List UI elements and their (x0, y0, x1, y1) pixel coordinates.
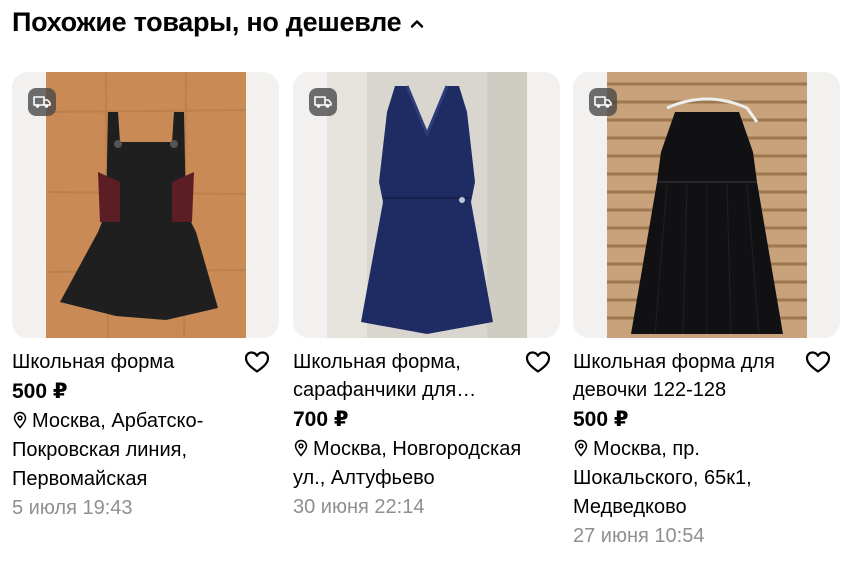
product-image (45, 72, 246, 338)
location-pin-icon (13, 411, 27, 429)
truck-icon (594, 96, 612, 108)
product-photo[interactable] (573, 72, 840, 338)
delivery-badge (28, 88, 56, 116)
delivery-badge (589, 88, 617, 116)
product-card[interactable]: Школьная форма 500 ₽ Москва, Арбатско-По… (12, 72, 279, 522)
favorite-button[interactable] (524, 348, 552, 376)
heart-icon (244, 351, 270, 373)
location-text: Москва, пр. Шокальского, 65к1, Медведков… (573, 438, 752, 518)
item-location: Москва, пр. Шокальского, 65к1, Медведков… (573, 435, 813, 522)
item-date: 27 июня 10:54 (573, 525, 705, 547)
location-pin-icon (294, 439, 308, 457)
item-date: 5 июля 19:43 (12, 497, 133, 519)
chevron-up-icon[interactable] (409, 16, 425, 32)
heart-icon (525, 351, 551, 373)
item-title[interactable]: Школьная форма, сарафанчики для девочки (293, 348, 503, 404)
favorite-button[interactable] (243, 348, 271, 376)
location-pin-icon (574, 439, 588, 457)
product-photo[interactable] (12, 72, 279, 338)
item-location: Москва, Арбатско-Покровская линия, Перво… (12, 407, 252, 494)
location-text: Москва, Новгородская ул., Алтуфьево (293, 438, 522, 489)
item-price: 500 ₽ (12, 380, 68, 403)
item-location: Москва, Новгородская ул., Алтуфьево (293, 435, 533, 493)
favorite-button[interactable] (804, 348, 832, 376)
section-title: Похожие товары, но дешевле (12, 7, 402, 37)
delivery-badge (309, 88, 337, 116)
heart-icon (805, 351, 831, 373)
item-price: 500 ₽ (573, 408, 629, 431)
item-price: 700 ₽ (293, 408, 349, 431)
item-title[interactable]: Школьная форма для девочки 122-128 (573, 348, 783, 404)
section-header[interactable]: Похожие товары, но дешевле (12, 4, 425, 40)
item-date: 30 июня 22:14 (293, 496, 425, 518)
product-card[interactable]: Школьная форма, сарафанчики для девочки … (293, 72, 560, 521)
product-photo[interactable] (293, 72, 560, 338)
truck-icon (314, 96, 332, 108)
truck-icon (33, 96, 51, 108)
item-title[interactable]: Школьная форма (12, 348, 222, 376)
product-image (606, 72, 807, 338)
product-card[interactable]: Школьная форма для девочки 122-128 500 ₽… (573, 72, 840, 550)
product-image (326, 72, 527, 338)
location-text: Москва, Арбатско-Покровская линия, Перво… (12, 410, 204, 490)
